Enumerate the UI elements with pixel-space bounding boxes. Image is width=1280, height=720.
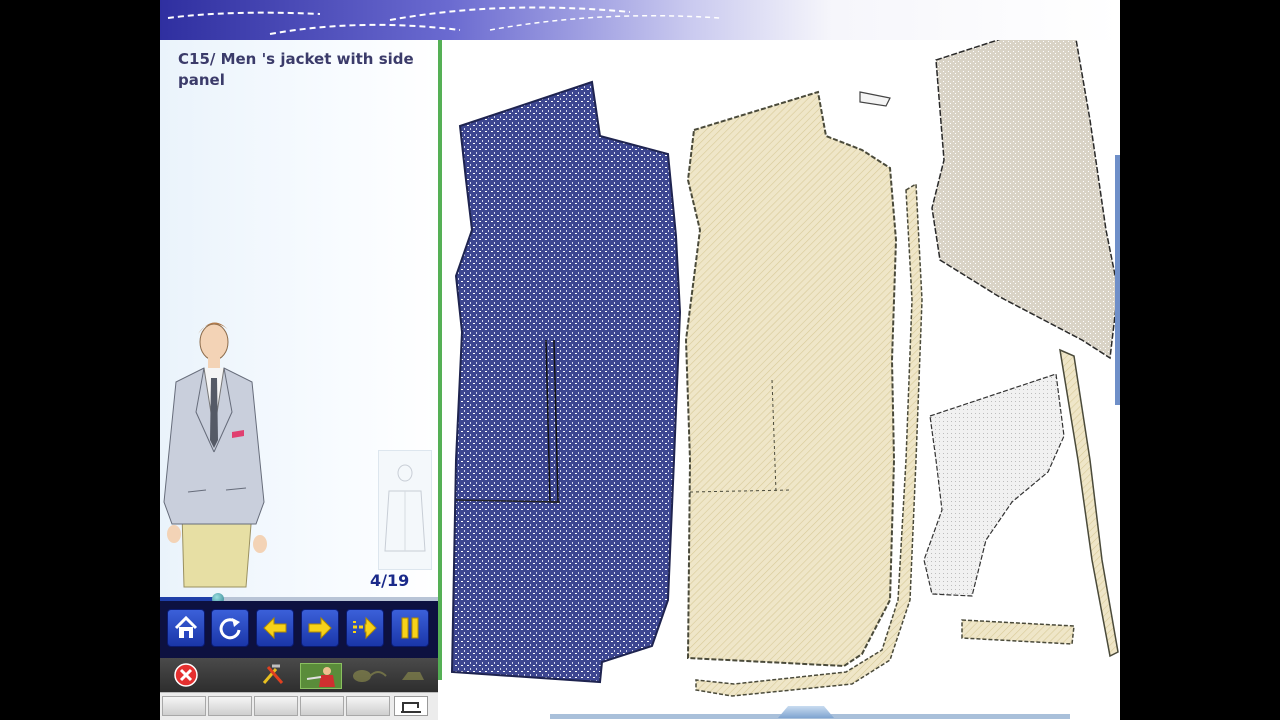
home-button[interactable] <box>167 609 205 647</box>
step-counter: 4/19 <box>370 571 410 590</box>
pause-button[interactable] <box>391 609 429 647</box>
collar-strip <box>1059 348 1119 658</box>
lining-piece <box>684 90 898 668</box>
dashed-arrow-right-icon <box>353 616 377 640</box>
tools-icon <box>262 664 284 684</box>
strip-segment <box>162 696 206 716</box>
top-banner <box>160 0 1120 40</box>
navigation-toolbar <box>160 601 438 658</box>
front-piece <box>450 80 682 684</box>
refresh-icon <box>219 618 241 640</box>
vertical-scrollbar[interactable] <box>1115 155 1120 405</box>
sewing-machine-icon <box>401 702 421 713</box>
tools-toolbar <box>160 658 438 692</box>
close-button[interactable] <box>174 663 198 687</box>
replay-button[interactable] <box>211 609 249 647</box>
strip-segment <box>208 696 252 716</box>
iron-icon <box>402 672 424 680</box>
thread-icon <box>353 670 387 682</box>
previous-button[interactable] <box>256 609 294 647</box>
strip-segment <box>346 696 390 716</box>
back-view-thumbnail[interactable] <box>378 450 432 570</box>
side-panel <box>923 373 1065 597</box>
stitch-decoration <box>167 6 721 35</box>
strip-segment <box>300 696 344 716</box>
close-icon <box>174 663 198 687</box>
sewing-machine-button[interactable] <box>394 696 428 716</box>
iron-button[interactable] <box>398 663 428 687</box>
small-tab <box>859 91 891 107</box>
thread-button[interactable] <box>350 663 388 687</box>
back-piece <box>931 40 1119 360</box>
lesson-panel: C15/ Men 's jacket with side panel 4/19 <box>160 40 438 600</box>
arrow-right-icon <box>308 616 332 640</box>
status-strip <box>160 692 438 720</box>
tailor-button[interactable] <box>300 663 342 689</box>
next-button[interactable] <box>301 609 339 647</box>
pattern-pieces <box>450 40 1119 697</box>
jacket-model-illustration <box>163 322 267 588</box>
pocket-welt <box>961 619 1075 645</box>
tailor-icon <box>306 667 335 687</box>
pause-icon <box>401 617 419 639</box>
pattern-canvas <box>442 40 1120 720</box>
lesson-window: C15/ Men 's jacket with side panel 4/19 <box>160 0 1120 720</box>
arrow-left-icon <box>263 616 287 640</box>
tools-button[interactable] <box>260 663 288 687</box>
strip-segment <box>254 696 298 716</box>
lesson-title: C15/ Men 's jacket with side panel <box>178 50 414 89</box>
home-icon <box>174 615 198 638</box>
skip-button[interactable] <box>346 609 384 647</box>
